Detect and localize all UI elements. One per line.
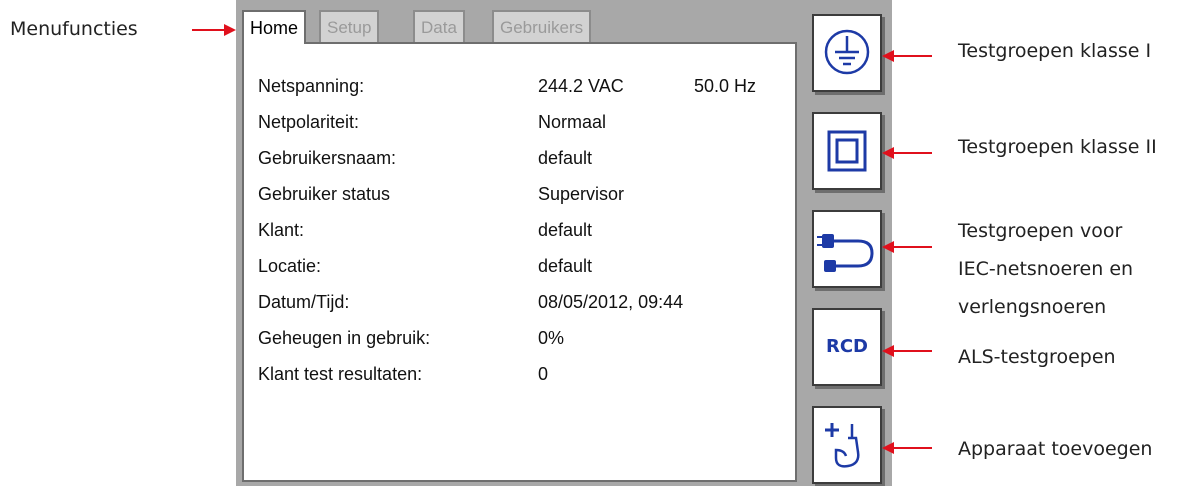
row-label: Geheugen in gebruik: (258, 328, 431, 348)
row-frequency: 50.0 Hz (694, 76, 757, 96)
row-label: Netpolariteit: (258, 112, 360, 132)
tab-data[interactable]: Data (413, 10, 465, 42)
tab-setup[interactable]: Setup (319, 10, 380, 42)
row-value: default (538, 148, 593, 168)
annotation-iec-line3: verlengsnoeren (958, 296, 1107, 318)
row-geheugen: Geheugen in gebruik: 0% (258, 324, 564, 352)
add-appliance-icon (825, 423, 860, 468)
arrow-iec (882, 241, 932, 253)
row-label: Datum/Tijd: (258, 292, 350, 312)
row-label: Locatie: (258, 256, 322, 276)
row-value: 0 (538, 364, 549, 384)
arrow-class1 (882, 50, 932, 62)
device-screen: Home Setup Data Gebruikers Netspanning: … (236, 0, 892, 486)
double-insulation-icon (827, 130, 867, 172)
row-klant-test-resultaten: Klant test resultaten: 0 (258, 360, 548, 388)
arrow-menu (192, 24, 236, 36)
arrow-rcd (882, 345, 932, 357)
row-locatie: Locatie: default (258, 252, 592, 280)
rcd-button[interactable]: RCD (812, 308, 882, 386)
annotation-iec-line1: Testgroepen voor (958, 220, 1123, 242)
tab-home[interactable]: Home (242, 10, 307, 44)
row-gebruikersnaam: Gebruikersnaam: default (258, 144, 592, 172)
annotation-class2: Testgroepen klasse II (958, 136, 1157, 158)
class2-button[interactable] (812, 112, 882, 190)
row-value: default (538, 220, 593, 240)
row-label: Klant: (258, 220, 305, 240)
row-value: Supervisor (538, 184, 625, 204)
row-label: Gebruiker status (258, 184, 391, 204)
earth-ground-icon (824, 29, 870, 75)
add-appliance-button[interactable] (812, 406, 882, 484)
iec-lead-button[interactable] (812, 210, 882, 288)
iec-lead-icon (817, 234, 874, 272)
annotation-add: Apparaat toevoegen (958, 438, 1153, 460)
row-gebruiker-status: Gebruiker status Supervisor (258, 180, 624, 208)
row-label: Netspanning: (258, 76, 365, 96)
row-netpolariteit: Netpolariteit: Normaal (258, 108, 606, 136)
arrow-class2 (882, 147, 932, 159)
row-datum-tijd: Datum/Tijd: 08/05/2012, 09:44 (258, 288, 683, 316)
row-value: 244.2 VAC (538, 76, 624, 96)
row-label: Klant test resultaten: (258, 364, 423, 384)
row-klant: Klant: default (258, 216, 592, 244)
row-value: Normaal (538, 112, 607, 132)
row-netspanning: Netspanning: 244.2 VAC 50.0 Hz (258, 72, 756, 100)
rcd-label: RCD (825, 336, 868, 357)
arrow-add (882, 442, 932, 454)
annotation-menu: Menufuncties (10, 18, 138, 40)
annotation-class1: Testgroepen klasse I (958, 40, 1152, 62)
row-value: 08/05/2012, 09:44 (538, 292, 684, 312)
annotation-rcd: ALS-testgroepen (958, 346, 1116, 368)
class1-button[interactable] (812, 14, 882, 92)
annotation-iec-line2: IEC-netsnoeren en (958, 258, 1134, 280)
home-panel: Netspanning: 244.2 VAC 50.0 Hz Netpolari… (242, 42, 797, 482)
row-value: default (538, 256, 593, 276)
row-value: 0% (538, 328, 565, 348)
row-label: Gebruikersnaam: (258, 148, 397, 168)
tab-gebruikers[interactable]: Gebruikers (492, 10, 592, 42)
